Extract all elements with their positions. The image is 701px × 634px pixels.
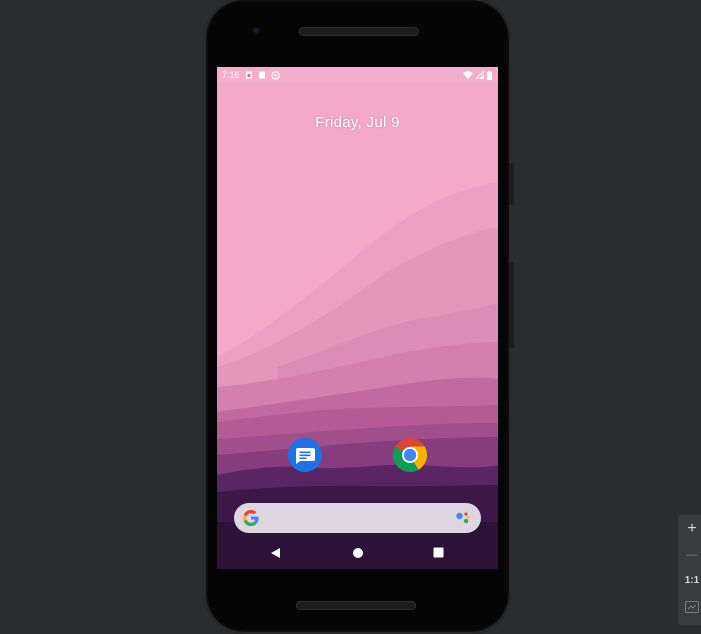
bottom-speaker-grille bbox=[296, 601, 416, 610]
message-bubble-icon bbox=[295, 448, 315, 464]
status-time: 7:16 bbox=[222, 70, 240, 80]
zoom-out-button[interactable]: — bbox=[678, 543, 701, 567]
chrome-logo-icon bbox=[393, 438, 427, 472]
signal-icon bbox=[476, 71, 484, 79]
power-button[interactable] bbox=[509, 163, 514, 205]
fit-screen-icon[interactable] bbox=[685, 601, 699, 613]
navigation-bar bbox=[217, 539, 498, 569]
zoom-controls-panel: + — 1:1 bbox=[678, 515, 701, 625]
messages-app-icon[interactable] bbox=[288, 438, 322, 472]
google-assistant-icon[interactable] bbox=[455, 510, 471, 526]
top-speaker-grille bbox=[299, 27, 419, 36]
date-widget[interactable]: Friday, Jul 9 bbox=[217, 114, 498, 131]
recents-button[interactable] bbox=[433, 547, 444, 558]
volume-button[interactable] bbox=[509, 262, 514, 348]
home-button[interactable] bbox=[352, 547, 364, 559]
sim-icon bbox=[245, 71, 252, 79]
wifi-icon bbox=[463, 71, 473, 79]
zoom-in-button[interactable]: + bbox=[678, 517, 701, 541]
google-search-bar[interactable] bbox=[234, 503, 481, 533]
google-g-icon bbox=[243, 510, 259, 526]
sd-card-icon bbox=[258, 71, 265, 79]
sync-icon bbox=[270, 70, 280, 80]
chrome-app-icon[interactable] bbox=[393, 438, 427, 472]
battery-icon bbox=[487, 70, 492, 80]
back-button[interactable] bbox=[270, 547, 282, 559]
zoom-reset-button[interactable]: 1:1 bbox=[678, 569, 701, 593]
status-bar: 7:16 bbox=[217, 67, 498, 83]
phone-screen[interactable]: 7:16 Friday, Jul 9 bbox=[217, 67, 498, 569]
wallpaper bbox=[217, 67, 498, 569]
front-camera bbox=[252, 26, 261, 35]
